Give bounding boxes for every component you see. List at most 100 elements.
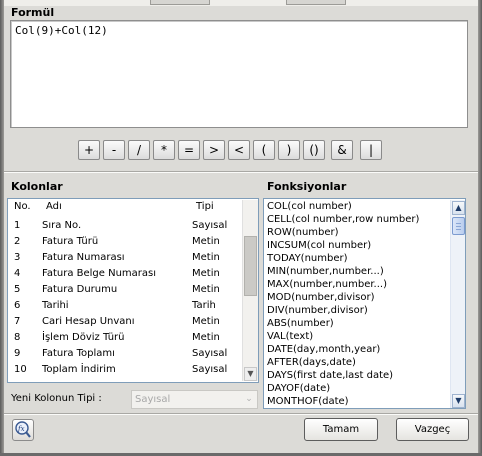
columns-scroll-down[interactable]: ▼ [244,367,257,381]
column-cell-no: 4 [14,268,21,279]
column-cell-type: Metin [192,268,220,279]
column-cell-name: İşlem Döviz Türü [42,332,125,343]
column-cell-no: 6 [14,300,21,311]
column-row[interactable]: 2 Fatura Türü Metin [9,235,239,251]
column-row[interactable]: 6 Tarihi Tarih [9,299,239,315]
columns-list[interactable]: No. Adı Tipi 1 Sıra No. Sayısal 2 Fatura Tür… [7,198,259,383]
function-item[interactable]: COL(col number) [267,201,352,214]
header-type[interactable]: Tipi [196,201,214,212]
formula-wizard-button[interactable]: fx [12,419,34,441]
functions-list[interactable]: COL(col number) CELL(col number,row numbe… [263,198,466,409]
column-cell-type: Metin [192,316,220,327]
new-column-type-value: Sayısal [135,394,171,405]
operator-button[interactable]: - [103,140,125,160]
function-item[interactable]: MOD(number,divisor) [267,292,374,305]
column-cell-no: 10 [14,364,27,375]
ok-button[interactable]: Tamam [304,418,378,441]
function-item[interactable]: ROW(number) [267,227,339,240]
function-item[interactable]: TODAY(number) [267,253,348,266]
operator-button[interactable]: = [178,140,200,160]
column-cell-type: Metin [192,284,220,295]
formula-expression[interactable]: Col(9)+Col(12) [15,24,108,37]
cancel-button[interactable]: Vazgeç [396,418,469,441]
function-item[interactable]: CELL(col number,row number) [267,214,419,227]
new-column-type-label: Yeni Kolonun Tipi : [11,393,102,404]
thumb-grip [456,226,461,227]
functions-scroll-down[interactable]: ▼ [452,394,465,408]
column-cell-no: 9 [14,348,21,359]
function-item[interactable]: MAX(number,number...) [267,279,387,292]
new-column-type-select[interactable]: Sayısal ⌄ [131,390,258,409]
chevron-down-icon: ▼ [247,369,254,378]
column-cell-name: Fatura Türü [42,236,99,247]
column-cell-name: Sıra No. [42,220,82,231]
operator-button[interactable]: () [303,140,325,160]
column-cell-name: Tarihi [42,300,69,311]
chevron-up-icon: ▲ [455,203,462,212]
functions-scrollbar[interactable]: ▲ ▼ [450,200,465,408]
function-item[interactable]: DAYOF(date) [267,383,330,396]
thumb-grip [456,229,461,230]
column-row[interactable]: 4 Fatura Belge Numarası Metin [9,267,239,283]
formula-editor[interactable]: Col(9)+Col(12) [10,20,468,128]
column-cell-type: Sayısal [192,220,228,231]
column-cell-type: Tarih [192,300,216,311]
function-item[interactable]: INCSUM(col number) [267,240,371,253]
column-cell-no: 7 [14,316,21,327]
svg-text:fx: fx [17,425,25,433]
operator-button[interactable]: + [78,140,100,160]
operator-button[interactable]: ) [278,140,300,160]
chevron-down-icon: ▼ [455,396,462,405]
column-cell-type: Sayısal [192,364,228,375]
function-item[interactable]: VAL(text) [267,331,313,344]
column-cell-no: 5 [14,284,21,295]
function-item[interactable]: MIN(number,number...) [267,266,384,279]
column-cell-no: 3 [14,252,21,263]
operator-button[interactable]: * [153,140,175,160]
column-cell-type: Metin [192,252,220,263]
columns-scroll-thumb[interactable] [244,236,257,296]
column-row[interactable]: 9 Fatura Toplamı Sayısal [9,347,239,363]
column-cell-name: Fatura Numarası [42,252,125,263]
columns-scrollbar[interactable]: ▼ [242,200,258,381]
fx-magnifier-icon: fx [15,421,31,438]
obscured-button-fragment [150,0,210,5]
thumb-grip [456,223,461,224]
operator-button[interactable]: ( [253,140,275,160]
operator-button[interactable]: < [228,140,250,160]
function-item[interactable]: DAYS(first date,last date) [267,370,393,383]
operator-button[interactable]: / [128,140,150,160]
columns-list-header: No. Adı Tipi [9,201,239,216]
functions-scroll-thumb[interactable] [452,217,465,235]
functions-section-title: Fonksiyonlar [267,180,347,193]
column-row[interactable]: 3 Fatura Numarası Metin [9,251,239,267]
function-item[interactable]: MONTHOF(date) [267,396,349,408]
header-no[interactable]: No. [14,201,31,212]
column-cell-type: Sayısal [192,348,228,359]
window-top-strip [0,0,482,6]
functions-scroll-up[interactable]: ▲ [452,201,465,215]
header-name[interactable]: Adı [46,201,62,212]
column-row[interactable]: 10 Toplam İndirim Sayısal [9,363,239,379]
column-cell-type: Metin [192,236,220,247]
column-cell-name: Cari Hesap Unvanı [42,316,135,327]
function-item[interactable]: AFTER(days,date) [267,357,356,370]
column-row[interactable]: 1 Sıra No. Sayısal [9,219,239,235]
section-divider [4,171,478,173]
function-item[interactable]: DATE(day,month,year) [267,344,380,357]
obscured-button-fragment [286,0,346,5]
function-item[interactable]: DIV(number,divisor) [267,305,368,318]
column-cell-name: Fatura Belge Numarası [42,268,157,279]
operator-button[interactable]: > [203,140,225,160]
column-cell-type: Metin [192,332,220,343]
operator-button[interactable]: | [360,140,382,160]
operator-button[interactable]: & [331,140,353,160]
column-cell-no: 8 [14,332,21,343]
column-cell-no: 2 [14,236,21,247]
column-cell-name: Toplam İndirim [42,364,116,375]
column-row[interactable]: 8 İşlem Döviz Türü Metin [9,331,239,347]
columns-section-title: Kolonlar [11,180,63,193]
column-row[interactable]: 5 Fatura Durumu Metin [9,283,239,299]
function-item[interactable]: ABS(number) [267,318,334,331]
column-row[interactable]: 7 Cari Hesap Unvanı Metin [9,315,239,331]
